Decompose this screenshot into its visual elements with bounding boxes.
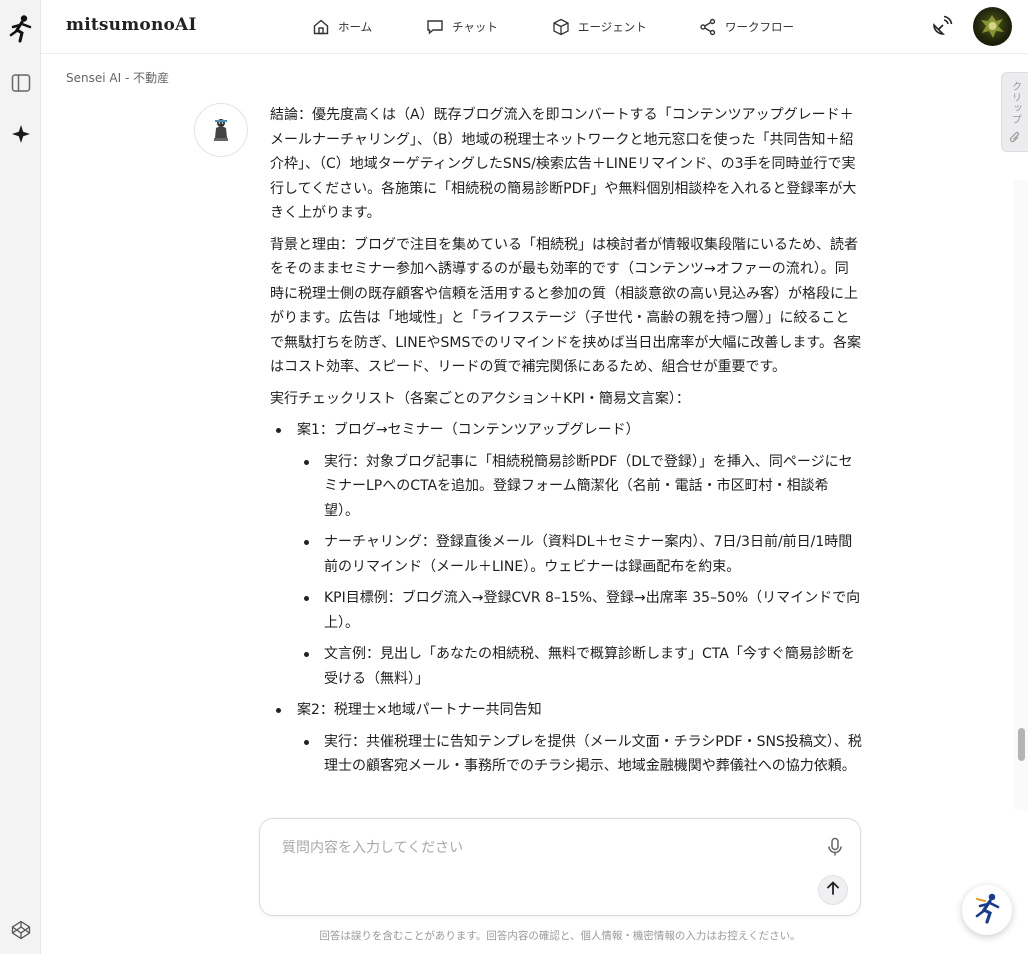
plan-subitem: 実行：対象ブログ記事に「相続税簡易診断PDF（DLで登録）」を挿入、同ページにセ… bbox=[297, 450, 862, 524]
paperclip-icon bbox=[1009, 131, 1021, 148]
plan-item: 案2：税理士×地域パートナー共同告知 実行：共催税理士に告知テンプレを提供（メー… bbox=[270, 698, 862, 779]
sidebar-toggle-icon[interactable] bbox=[0, 73, 41, 93]
plan-title: 案1：ブログ→セミナー（コンテンツアップグレード） bbox=[297, 422, 640, 438]
plan-subitem: 文言例：見出し「あなたの相続税、無料で概算診断します」CTA「今すぐ簡易診断を受… bbox=[297, 642, 862, 691]
nav-home[interactable]: ホーム bbox=[312, 0, 372, 54]
nav-workflow[interactable]: ワークフロー bbox=[699, 0, 794, 54]
sparkle-icon[interactable] bbox=[0, 124, 41, 144]
nav-agent-label: エージェント bbox=[578, 20, 647, 34]
app-title[interactable]: mitsumonoAI bbox=[66, 15, 197, 35]
assistant-launcher-button[interactable] bbox=[962, 885, 1012, 935]
logo-runner-icon[interactable] bbox=[0, 14, 41, 44]
scrollbar-thumb[interactable] bbox=[1018, 728, 1025, 761]
chat-icon bbox=[426, 18, 444, 36]
message-checklist-heading: 実行チェックリスト（各案ごとのアクション＋KPI・簡易文言案）： bbox=[270, 390, 690, 407]
nav-home-label: ホーム bbox=[338, 20, 373, 34]
scrollbar-track[interactable] bbox=[1014, 180, 1028, 810]
plan-title: 案2：税理士×地域パートナー共同告知 bbox=[297, 702, 542, 718]
plan-list: 案1：ブログ→セミナー（コンテンツアップグレード） 実行：対象ブログ記事に「相続… bbox=[270, 418, 862, 779]
home-icon bbox=[312, 18, 330, 36]
plan-subitem: ナーチャリング：登録直後メール（資料DL＋セミナー案内）、7日/3日前/前日/1… bbox=[297, 530, 862, 579]
clip-tab[interactable]: クリップ bbox=[1001, 72, 1028, 152]
cube-icon bbox=[552, 18, 570, 36]
assistant-avatar bbox=[194, 103, 248, 157]
arrow-up-icon bbox=[825, 880, 841, 900]
breadcrumb[interactable]: Sensei AI - 不動産 bbox=[66, 69, 169, 86]
send-button[interactable] bbox=[818, 875, 848, 905]
message-background: 背景と理由：ブログで注目を集めている「相続税」は検討者が情報収集段階にいるため、… bbox=[270, 236, 861, 376]
nav-agent[interactable]: エージェント bbox=[552, 0, 647, 54]
nav-chat[interactable]: チャット bbox=[426, 0, 498, 54]
message-conclusion: 結論：優先度高くは（A）既存ブログ流入を即コンバートする「コンテンツアップグレー… bbox=[270, 107, 857, 221]
microphone-icon[interactable] bbox=[826, 837, 844, 861]
plan-item: 案1：ブログ→セミナー（コンテンツアップグレード） 実行：対象ブログ記事に「相続… bbox=[270, 418, 862, 691]
nav-workflow-label: ワークフロー bbox=[725, 20, 794, 34]
runner-icon bbox=[971, 892, 1003, 928]
share-nodes-icon bbox=[699, 18, 717, 36]
satellite-dish-icon[interactable] bbox=[929, 15, 953, 43]
assistant-message: 結論：優先度高くは（A）既存ブログ流入を即コンバートする「コンテンツアップグレー… bbox=[270, 103, 862, 809]
clip-tab-label: クリップ bbox=[1009, 81, 1021, 125]
left-rail bbox=[0, 0, 41, 954]
top-bar: mitsumonoAI ホーム チャット エージェント ワークフロー bbox=[41, 0, 1028, 54]
plan-subitem: KPI目標例：ブログ流入→登録CVR 8–15%、登録→出席率 35–50%（リ… bbox=[297, 586, 862, 635]
user-avatar[interactable] bbox=[973, 7, 1012, 46]
chat-input[interactable] bbox=[282, 837, 802, 861]
nav-chat-label: チャット bbox=[452, 20, 498, 34]
chat-input-box[interactable] bbox=[259, 818, 861, 916]
plan-subitem: 実行：共催税理士に告知テンプレを提供（メール文面・チラシPDF・SNS投稿文）、… bbox=[297, 730, 862, 779]
disclaimer-text: 回答は誤りを含むことがあります。回答内容の確認と、個人情報・機密情報の入力はお控… bbox=[319, 930, 801, 942]
